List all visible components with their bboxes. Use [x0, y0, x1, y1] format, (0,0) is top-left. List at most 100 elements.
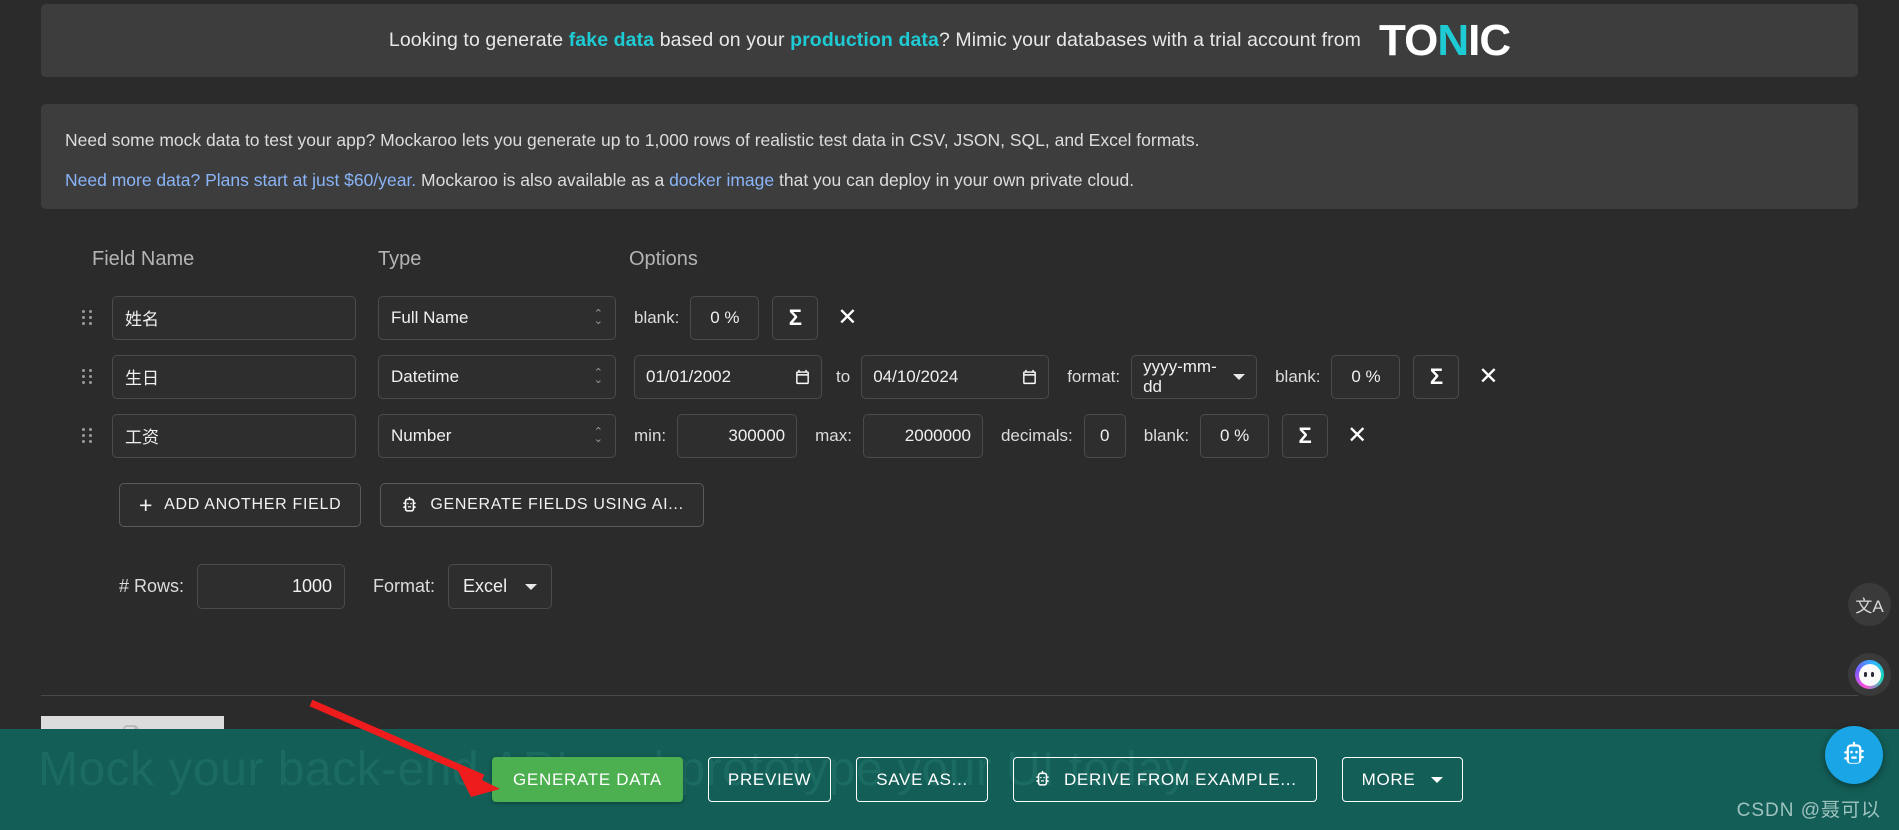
field-type-value: Datetime: [391, 366, 460, 386]
date-format-label: format:: [1067, 366, 1121, 386]
column-headers: Field Name Type Options: [41, 240, 1858, 288]
decimals-input[interactable]: 0: [1083, 413, 1126, 458]
field-actions: + ADD ANOTHER FIELD GENERATE FIELDS USIN…: [119, 483, 1858, 527]
promo-text: Looking to generate fake data based on y…: [389, 29, 1361, 52]
promo-highlight-production-data: production data: [790, 29, 939, 51]
field-name-input[interactable]: [112, 354, 356, 399]
field-type-select[interactable]: Number ⌃ ⌄: [378, 413, 616, 458]
blank-percent-input[interactable]: 0 %: [690, 295, 760, 340]
format-value: Excel: [463, 576, 508, 596]
chevron-down-icon: [1233, 373, 1246, 380]
date-from-value: 01/01/2002: [646, 366, 732, 386]
promo-text-after: ? Mimic your databases with a trial acco…: [938, 29, 1361, 51]
plans-link[interactable]: Need more data? Plans start at just $60/…: [65, 170, 416, 190]
csdn-watermark: CSDN @聂可以: [1736, 800, 1881, 821]
robot-icon: [1036, 770, 1049, 786]
promo-text-before: Looking to generate: [388, 29, 569, 51]
rows-input[interactable]: [197, 564, 346, 609]
field-type-value: Full Name: [391, 307, 469, 327]
drag-handle-icon[interactable]: [82, 369, 96, 384]
blank-percent-input[interactable]: 0 %: [1331, 354, 1401, 399]
date-to-input[interactable]: 04/10/2024: [861, 354, 1050, 399]
output-settings: # Rows: Format: Excel: [119, 564, 1858, 609]
column-header-type: Type: [378, 248, 422, 270]
formula-sigma-button[interactable]: Σ: [772, 295, 819, 340]
format-select[interactable]: Excel: [448, 564, 553, 609]
max-label: max:: [815, 425, 852, 445]
stepper-icon: ⌃ ⌄: [593, 366, 603, 386]
stepper-icon: ⌃ ⌄: [593, 425, 603, 445]
more-label: MORE: [1361, 769, 1416, 789]
blank-label: blank:: [634, 307, 680, 327]
more-button[interactable]: MORE: [1341, 757, 1464, 802]
min-input[interactable]: 300000: [677, 413, 798, 458]
date-from-input[interactable]: 01/01/2002: [634, 354, 822, 399]
add-another-field-label: ADD ANOTHER FIELD: [164, 496, 342, 513]
ai-assistant-avatar[interactable]: [1848, 653, 1891, 696]
field-type-value: Number: [391, 425, 452, 445]
max-input[interactable]: 2000000: [862, 413, 983, 458]
generate-data-button[interactable]: GENERATE DATA: [492, 757, 683, 802]
promo-text-mid: based on your: [654, 29, 791, 51]
tonic-logo-part2: N: [1437, 15, 1469, 65]
robot-icon: [1844, 741, 1864, 764]
table-row: Full Name ⌃⌄ blank: 0 % Σ ✕: [41, 288, 1858, 347]
tonic-promo-banner: Looking to generate fake data based on y…: [41, 4, 1858, 77]
tonic-logo[interactable]: TO N IC: [1379, 15, 1511, 65]
column-header-options: Options: [629, 248, 698, 270]
chatbot-fab-button[interactable]: [1825, 726, 1883, 784]
decimals-label: decimals:: [1000, 425, 1073, 445]
drag-handle-icon[interactable]: [82, 428, 96, 443]
field-type-select[interactable]: Datetime ⌃ ⌄: [378, 354, 616, 399]
table-row: Number ⌃⌄ min: 300000 max: 2000000 decim…: [41, 406, 1858, 465]
blank-label: blank:: [1275, 366, 1321, 386]
docker-image-link[interactable]: docker image: [669, 170, 774, 190]
schema-sheet: Field Name Type Options Full Name ⌃⌄ bla…: [41, 240, 1858, 609]
blank-label: blank:: [1143, 425, 1190, 445]
chevron-down-icon: [1431, 776, 1444, 783]
preview-button[interactable]: PREVIEW: [707, 757, 832, 802]
derive-from-example-button[interactable]: DERIVE FROM EXAMPLE...: [1012, 757, 1317, 802]
info-line-2-mid: Mockaroo is also available as a: [416, 170, 670, 190]
min-label: min:: [634, 425, 667, 445]
save-as-button[interactable]: SAVE AS...: [856, 757, 988, 802]
date-to-value: 04/10/2024: [873, 366, 959, 386]
field-name-input[interactable]: [112, 413, 356, 458]
info-banner: Need some mock data to test your app? Mo…: [41, 104, 1858, 209]
tonic-logo-part1: TO: [1379, 15, 1438, 65]
stepper-icon: ⌃ ⌄: [593, 307, 603, 327]
field-type-select[interactable]: Full Name ⌃ ⌄: [378, 295, 616, 340]
table-row: Datetime ⌃⌄ 01/01/2002 to 04/10/2024 for…: [41, 347, 1858, 406]
translate-glyph: 文A: [1855, 597, 1884, 616]
blank-percent-input[interactable]: 0 %: [1200, 413, 1270, 458]
remove-field-button[interactable]: ✕: [1471, 358, 1505, 396]
info-line-1: Need some mock data to test your app? Mo…: [65, 130, 1200, 150]
section-divider: [41, 695, 1858, 696]
formula-sigma-button[interactable]: Σ: [1282, 413, 1329, 458]
add-another-field-button[interactable]: + ADD ANOTHER FIELD: [119, 483, 362, 527]
footer-buttons: GENERATE DATA PREVIEW SAVE AS... DERIVE …: [492, 757, 1464, 802]
app-root: Looking to generate fake data based on y…: [0, 0, 1899, 830]
remove-field-button[interactable]: ✕: [830, 299, 864, 337]
plus-icon: +: [139, 491, 154, 518]
translate-icon[interactable]: 文A: [1848, 583, 1891, 626]
info-line-2: Need more data? Plans start at just $60/…: [65, 170, 1834, 191]
date-to-label: to: [836, 366, 851, 386]
derive-from-example-label: DERIVE FROM EXAMPLE...: [1063, 769, 1297, 789]
tonic-logo-part3: IC: [1468, 15, 1511, 65]
info-line-2-end: that you can deploy in your own private …: [774, 170, 1135, 190]
save-as-label: SAVE AS...: [876, 769, 968, 789]
generate-fields-using-ai-label: GENERATE FIELDS USING AI...: [430, 496, 684, 513]
date-format-value: yyyy-mm-dd: [1143, 356, 1217, 396]
calendar-icon[interactable]: [1021, 368, 1038, 386]
footer-action-bar: Mock your back-end API and prototype you…: [0, 729, 1899, 830]
drag-handle-icon[interactable]: [82, 310, 96, 325]
field-name-input[interactable]: [112, 295, 356, 340]
date-format-select[interactable]: yyyy-mm-dd: [1131, 354, 1258, 399]
column-header-field-name: Field Name: [92, 248, 195, 270]
remove-field-button[interactable]: ✕: [1340, 417, 1374, 455]
avatar: [1855, 660, 1884, 689]
calendar-icon[interactable]: [794, 368, 811, 386]
generate-fields-using-ai-button[interactable]: GENERATE FIELDS USING AI...: [380, 483, 704, 527]
formula-sigma-button[interactable]: Σ: [1413, 354, 1460, 399]
